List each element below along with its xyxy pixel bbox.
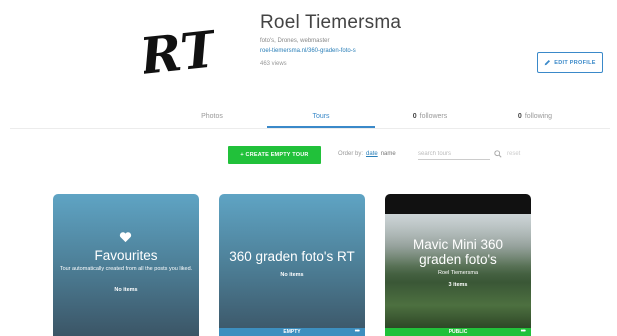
tour-card-mavic-mini[interactable]: Mavic Mini 360 graden foto's Roel Tiemer… [385,194,531,336]
tour-card-author: Roel Tiemersma [437,270,479,276]
tab-followers[interactable]: 0 followers [385,113,475,120]
tab-tours[interactable]: Tours [267,113,375,120]
order-by-name-link[interactable]: name [381,151,396,157]
order-by-date-link[interactable]: date [366,151,378,157]
profile-website-link[interactable]: roel-tiemersma.nl/360-graden-foto-s [260,48,356,54]
profile-name: Roel Tiemersma [260,12,402,33]
heart-icon [119,232,132,243]
more-options-icon[interactable]: ••• [521,328,526,336]
tour-status-badge: EMPTY [219,328,365,336]
search-icon[interactable] [494,150,502,158]
following-label: following [524,113,553,120]
more-options-icon[interactable]: ••• [355,328,360,336]
tab-tours-label: Tours [312,113,330,120]
reset-search-link[interactable]: reset [507,151,520,157]
tour-status-badge: PUBLIC [385,328,531,336]
profile-subtitle: foto's, Drones, webmaster [260,38,330,44]
tour-card-title: Favourites [94,248,158,263]
active-tab-indicator [267,126,375,128]
tab-photos[interactable]: Photos [190,113,234,120]
edit-profile-label: EDIT PROFILE [554,59,596,66]
create-empty-tour-button[interactable]: + CREATE EMPTY TOUR [228,146,321,164]
edit-profile-button[interactable]: EDIT PROFILE [537,52,603,73]
pencil-icon [544,59,551,66]
tour-card-items-count: No items [114,287,138,293]
followers-count: 0 [412,113,417,120]
tour-card-title: 360 graden foto's RT [229,249,355,264]
tabs-divider [10,128,610,129]
following-count: 0 [517,113,522,120]
tour-card-favourites[interactable]: Favourites Tour automatically created fr… [53,194,199,336]
order-by-label: Order by: [338,151,364,157]
search-tours-input[interactable] [418,149,490,160]
tour-card-items-count: 3 items [448,282,468,288]
svg-text:RT: RT [144,20,214,86]
profile-logo: RT [144,20,214,86]
profile-views: 463 views [260,61,287,67]
tour-card-360-graden-fotos-rt[interactable]: 360 graden foto's RT No items EMPTY ••• [219,194,365,336]
followers-label: followers [419,113,448,120]
tab-photos-label: Photos [201,113,223,120]
order-by: Order by: date name [338,151,396,157]
tour-card-items-count: No items [280,272,304,278]
tour-card-description: Tour automatically created from all the … [59,266,193,272]
tour-card-title: Mavic Mini 360 graden foto's [412,237,504,267]
tab-following[interactable]: 0 following [490,113,580,120]
